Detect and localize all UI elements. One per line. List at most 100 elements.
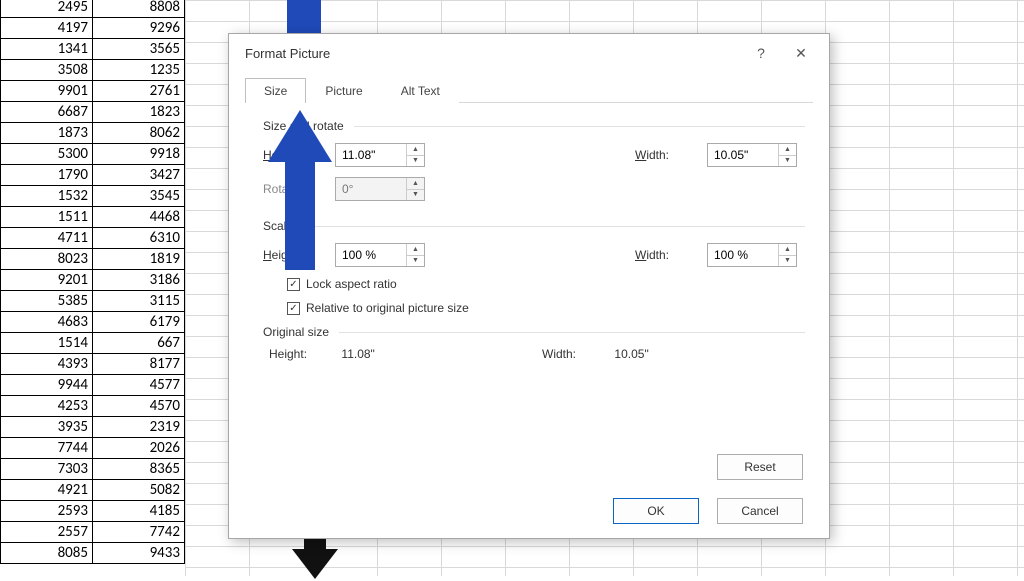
lock-aspect-checkbox[interactable]: ✓ Lock aspect ratio (287, 277, 805, 291)
data-cell[interactable]: 4197 (1, 18, 93, 39)
tab-size[interactable]: Size (245, 78, 306, 103)
data-cell[interactable]: 4393 (1, 354, 93, 375)
data-cell[interactable]: 3935 (1, 417, 93, 438)
data-cell[interactable]: 2026 (93, 438, 185, 459)
data-cell[interactable]: 3186 (93, 270, 185, 291)
arrow-down-icon (296, 533, 346, 581)
data-cell[interactable]: 5385 (1, 291, 93, 312)
data-cell[interactable]: 2319 (93, 417, 185, 438)
arrow-up-icon (258, 110, 342, 270)
data-cell[interactable]: 8062 (93, 123, 185, 144)
data-cell[interactable]: 1341 (1, 39, 93, 60)
tab-alt-text[interactable]: Alt Text (382, 78, 459, 103)
lock-aspect-label: Lock aspect ratio (306, 277, 397, 291)
data-cell[interactable]: 1823 (93, 102, 185, 123)
height-field[interactable] (336, 144, 406, 166)
data-cell[interactable]: 1514 (1, 333, 93, 354)
data-cell[interactable]: 4577 (93, 375, 185, 396)
spinner[interactable]: ▲▼ (778, 144, 796, 166)
data-cell[interactable]: 8177 (93, 354, 185, 375)
data-cell[interactable]: 6179 (93, 312, 185, 333)
spinner[interactable]: ▲▼ (406, 144, 424, 166)
data-cell[interactable]: 8023 (1, 249, 93, 270)
data-cell[interactable]: 6310 (93, 228, 185, 249)
data-cell[interactable]: 2495 (1, 0, 93, 18)
spinner[interactable]: ▲▼ (778, 244, 796, 266)
rule (339, 332, 805, 333)
data-cell[interactable]: 4468 (93, 207, 185, 228)
width-field[interactable] (708, 144, 778, 166)
checkbox-icon: ✓ (287, 302, 300, 315)
data-table: 2495880841979296134135653508123599012761… (0, 0, 185, 564)
data-cell[interactable]: 1532 (1, 186, 93, 207)
scale-height-input[interactable]: ▲▼ (335, 243, 425, 267)
data-cell[interactable]: 4711 (1, 228, 93, 249)
checkbox-icon: ✓ (287, 278, 300, 291)
data-cell[interactable]: 4570 (93, 396, 185, 417)
value-orig-width: 10.05" (614, 347, 805, 361)
data-cell[interactable]: 5300 (1, 144, 93, 165)
close-button[interactable]: ✕ (781, 39, 821, 67)
data-cell[interactable]: 3565 (93, 39, 185, 60)
spinner: ▲▼ (406, 178, 424, 200)
data-cell[interactable]: 1235 (93, 60, 185, 81)
data-cell[interactable]: 1873 (1, 123, 93, 144)
relative-checkbox[interactable]: ✓ Relative to original picture size (287, 301, 805, 315)
data-cell[interactable]: 3427 (93, 165, 185, 186)
data-cell[interactable]: 2593 (1, 501, 93, 522)
tab-picture[interactable]: Picture (306, 78, 381, 103)
dialog-tabs: Size Picture Alt Text (229, 72, 829, 102)
data-cell[interactable]: 8365 (93, 459, 185, 480)
value-orig-height: 11.08" (341, 347, 532, 361)
group-scale: Scale (263, 219, 805, 233)
data-cell[interactable]: 9433 (93, 543, 185, 564)
scale-height-field[interactable] (336, 244, 406, 266)
data-cell[interactable]: 3545 (93, 186, 185, 207)
data-cell[interactable]: 6687 (1, 102, 93, 123)
data-cell[interactable]: 2557 (1, 522, 93, 543)
data-cell[interactable]: 8085 (1, 543, 93, 564)
dialog-title: Format Picture (245, 46, 741, 61)
format-picture-dialog: Format Picture ? ✕ Size Picture Alt Text… (228, 33, 830, 539)
dialog-titlebar: Format Picture ? ✕ (229, 34, 829, 72)
data-cell[interactable]: 9901 (1, 81, 93, 102)
data-cell[interactable]: 4253 (1, 396, 93, 417)
height-input[interactable]: ▲▼ (335, 143, 425, 167)
data-cell[interactable]: 9201 (1, 270, 93, 291)
relative-label: Relative to original picture size (306, 301, 469, 315)
data-cell[interactable]: 7744 (1, 438, 93, 459)
data-cell[interactable]: 9296 (93, 18, 185, 39)
data-cell[interactable]: 3508 (1, 60, 93, 81)
scale-width-input[interactable]: ▲▼ (707, 243, 797, 267)
spinner[interactable]: ▲▼ (406, 244, 424, 266)
label-orig-width: Width: (542, 347, 614, 361)
data-cell[interactable]: 3115 (93, 291, 185, 312)
data-cell[interactable]: 9918 (93, 144, 185, 165)
group-size-rotate: Size and rotate (263, 119, 805, 133)
scale-width-field[interactable] (708, 244, 778, 266)
width-input[interactable]: ▲▼ (707, 143, 797, 167)
data-cell[interactable]: 667 (93, 333, 185, 354)
data-cell[interactable]: 7742 (93, 522, 185, 543)
rule (354, 126, 805, 127)
data-cell[interactable]: 4921 (1, 480, 93, 501)
data-cell[interactable]: 1790 (1, 165, 93, 186)
data-cell[interactable]: 5082 (93, 480, 185, 501)
data-cell[interactable]: 8808 (93, 0, 185, 18)
cancel-button[interactable]: Cancel (717, 498, 803, 524)
data-cell[interactable]: 4185 (93, 501, 185, 522)
data-cell[interactable]: 1819 (93, 249, 185, 270)
rule (303, 226, 805, 227)
data-cell[interactable]: 2761 (93, 81, 185, 102)
label-scale-width: Width: (635, 248, 707, 262)
reset-button[interactable]: Reset (717, 454, 803, 480)
help-button[interactable]: ? (741, 39, 781, 67)
data-cell[interactable]: 7303 (1, 459, 93, 480)
rotation-input: ▲▼ (335, 177, 425, 201)
data-cell[interactable]: 9944 (1, 375, 93, 396)
data-cell[interactable]: 1511 (1, 207, 93, 228)
data-cell[interactable]: 4683 (1, 312, 93, 333)
ok-button[interactable]: OK (613, 498, 699, 524)
label-width: Width: (635, 148, 707, 162)
label-orig-height: Height: (269, 347, 341, 361)
